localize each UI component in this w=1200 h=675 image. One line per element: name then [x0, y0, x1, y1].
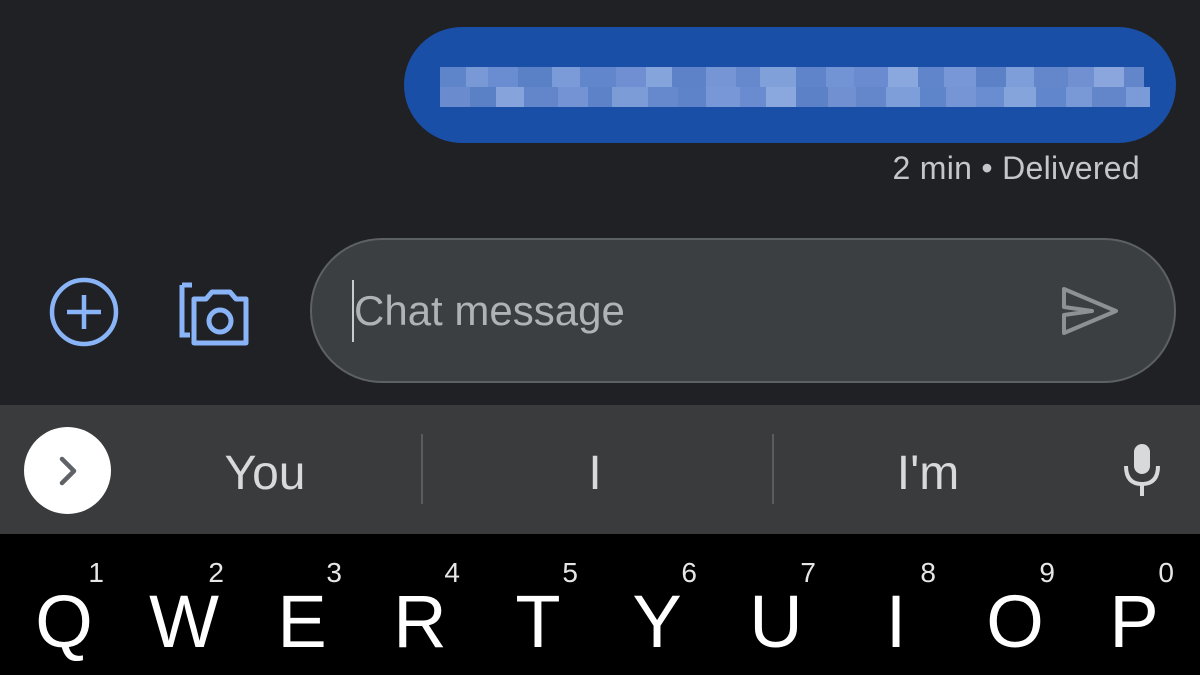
key-letter: O [986, 580, 1044, 663]
message-text: (pixelated message) [404, 27, 405, 28]
send-icon [1062, 287, 1118, 335]
microphone-icon [1124, 444, 1160, 496]
key-letter: R [393, 580, 447, 663]
suggestion-divider [772, 434, 774, 504]
key-letter: Y [632, 580, 682, 663]
pixelated-text-bottom [440, 87, 1150, 107]
sent-message-bubble[interactable]: (pixelated message) [404, 27, 1176, 143]
key-letter: P [1109, 580, 1159, 663]
key-number-hint: 6 [681, 557, 697, 588]
chat-area: (pixelated message) 2 min • Delivered [0, 0, 1200, 405]
key-number-hint: 7 [800, 557, 816, 588]
suggestion-1[interactable]: You [140, 445, 390, 501]
key-y[interactable]: Y 6 [597, 534, 717, 675]
key-letter: W [149, 580, 219, 663]
key-e[interactable]: E 3 [242, 534, 362, 675]
voice-input-button[interactable] [1116, 440, 1168, 500]
key-letter: Q [35, 580, 93, 663]
expand-toolbar-button[interactable] [24, 427, 111, 514]
add-circle-icon [49, 277, 119, 347]
key-letter: E [277, 580, 327, 663]
suggestion-3[interactable]: I'm [800, 445, 1056, 501]
key-p[interactable]: P 0 [1074, 534, 1194, 675]
key-number-hint: 3 [326, 557, 342, 588]
key-number-hint: 4 [444, 557, 460, 588]
key-number-hint: 2 [208, 557, 224, 588]
key-number-hint: 1 [88, 557, 104, 588]
key-i[interactable]: I 8 [836, 534, 956, 675]
camera-button[interactable] [174, 276, 254, 348]
message-status: 2 min • Delivered [892, 150, 1140, 186]
key-number-hint: 8 [920, 557, 936, 588]
suggestion-divider [421, 434, 423, 504]
key-r[interactable]: R 4 [360, 534, 480, 675]
pixelated-text-top [440, 67, 1144, 87]
key-number-hint: 5 [562, 557, 578, 588]
suggestion-2[interactable]: I [470, 445, 720, 501]
camera-gallery-icon [179, 282, 249, 346]
key-u[interactable]: U 7 [716, 534, 836, 675]
add-attachment-button[interactable] [46, 276, 122, 348]
key-o[interactable]: O 9 [955, 534, 1075, 675]
key-number-hint: 0 [1158, 557, 1174, 588]
key-t[interactable]: T 5 [478, 534, 598, 675]
compose-field[interactable] [310, 238, 1176, 383]
send-button[interactable] [1058, 284, 1122, 338]
key-letter: T [515, 580, 561, 663]
key-number-hint: 9 [1039, 557, 1055, 588]
chat-message-input[interactable] [354, 276, 1034, 346]
key-w[interactable]: W 2 [124, 534, 244, 675]
key-q[interactable]: Q 1 [4, 534, 124, 675]
key-letter: I [885, 580, 907, 663]
chevron-right-icon [59, 456, 76, 485]
key-letter: U [749, 580, 803, 663]
